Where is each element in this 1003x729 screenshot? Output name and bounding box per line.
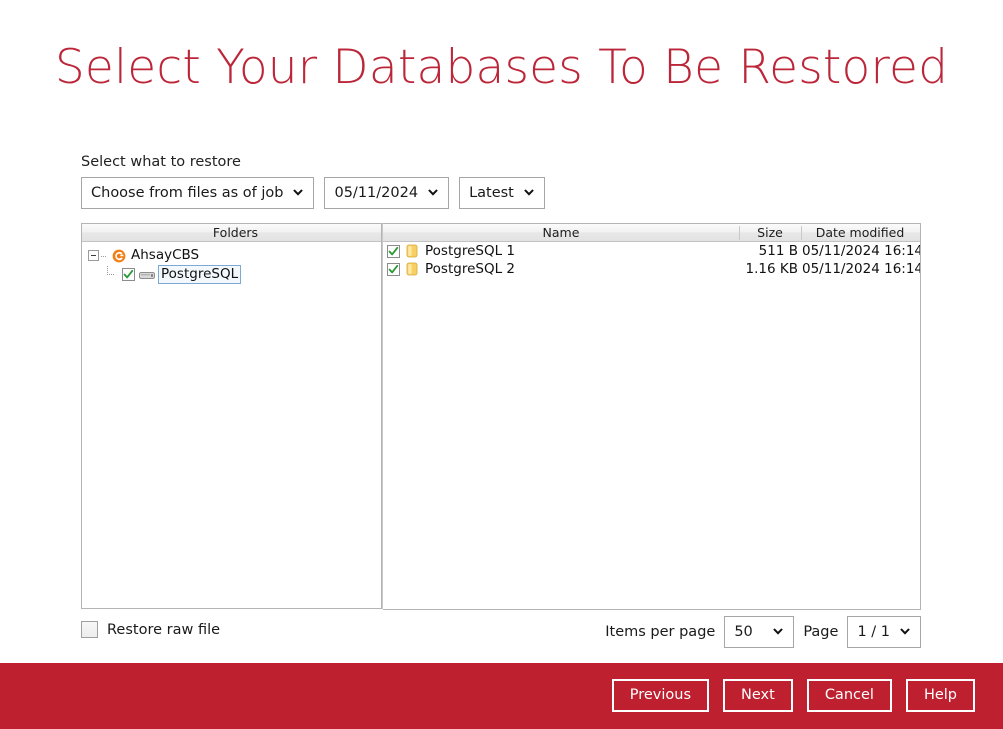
- file-list: PostgreSQL 1 511 B 05/11/2024 16:14: [383, 242, 920, 278]
- previous-button[interactable]: Previous: [612, 679, 709, 712]
- tree-node-checkbox[interactable]: [122, 268, 135, 281]
- row-checkbox[interactable]: [383, 245, 403, 258]
- paging-controls: Items per page 50 Page 1 / 1: [605, 616, 921, 648]
- table-row[interactable]: PostgreSQL 2 1.16 KB 05/11/2024 16:14: [383, 260, 920, 278]
- file-name: PostgreSQL 1: [421, 242, 740, 260]
- file-size: 511 B: [740, 242, 802, 260]
- tree-node-label: AhsayCBS: [131, 247, 199, 264]
- tree-connector-icon: [106, 266, 120, 283]
- file-date-modified: 05/11/2024 16:14: [802, 242, 920, 260]
- tree-node-label: PostgreSQL: [158, 265, 241, 284]
- footer-bar: Previous Next Cancel Help: [0, 663, 1003, 729]
- chevron-down-icon: [426, 186, 440, 200]
- section-label: Select what to restore: [81, 154, 241, 171]
- chevron-down-icon: [522, 186, 536, 200]
- file-list-column-header: Name Size Date modified: [383, 224, 920, 242]
- items-per-page-label: Items per page: [605, 617, 715, 647]
- restore-source-controls: Choose from files as of job 05/11/2024 L…: [81, 177, 545, 209]
- browser-panels: Folders: [81, 223, 921, 610]
- folders-column-label: Folders: [82, 224, 381, 242]
- chevron-down-icon: [771, 625, 785, 639]
- restore-time-select[interactable]: Latest: [459, 177, 545, 209]
- restore-raw-file-label: Restore raw file: [107, 622, 220, 638]
- tree-connector-icon: [101, 250, 111, 261]
- table-row[interactable]: PostgreSQL 1 511 B 05/11/2024 16:14: [383, 242, 920, 260]
- database-icon: [403, 262, 421, 276]
- page-value: 1 / 1: [857, 624, 890, 640]
- page-label: Page: [803, 617, 838, 647]
- page-select[interactable]: 1 / 1: [847, 616, 921, 648]
- database-drive-icon: [139, 269, 155, 281]
- file-date-modified: 05/11/2024 16:14: [802, 260, 920, 278]
- folders-column-header: Folders: [82, 224, 381, 242]
- tree-node-ahsaycbs[interactable]: AhsayCBS: [82, 246, 381, 265]
- collapse-expander-icon[interactable]: [88, 250, 99, 261]
- restore-time-select-value: Latest: [469, 185, 514, 201]
- column-header-date[interactable]: Date modified: [801, 224, 919, 242]
- folders-tree: AhsayCBS: [82, 242, 381, 284]
- database-icon: [403, 244, 421, 258]
- file-name: PostgreSQL 2: [421, 260, 740, 278]
- footer-button-group: Previous Next Cancel Help: [612, 679, 975, 712]
- folders-tree-panel: Folders: [81, 223, 382, 609]
- chevron-down-icon: [291, 186, 305, 200]
- column-header-name[interactable]: Name: [383, 224, 739, 242]
- items-per-page-value: 50: [734, 624, 752, 640]
- row-checkbox[interactable]: [383, 263, 403, 276]
- restore-raw-file-row[interactable]: Restore raw file: [81, 621, 220, 638]
- items-per-page-select[interactable]: 50: [724, 616, 794, 648]
- column-header-size[interactable]: Size: [739, 224, 801, 242]
- help-button[interactable]: Help: [906, 679, 975, 712]
- tree-node-postgresql[interactable]: PostgreSQL: [82, 265, 381, 284]
- ahsay-logo-icon: [112, 249, 126, 263]
- restore-source-select[interactable]: Choose from files as of job: [81, 177, 314, 209]
- cancel-button[interactable]: Cancel: [807, 679, 892, 712]
- chevron-down-icon: [898, 625, 912, 639]
- restore-wizard-page: Select Your Databases To Be Restored Sel…: [0, 0, 1003, 729]
- file-size: 1.16 KB: [740, 260, 802, 278]
- restore-source-select-value: Choose from files as of job: [91, 185, 283, 201]
- next-button[interactable]: Next: [723, 679, 793, 712]
- restore-raw-file-checkbox[interactable]: [81, 621, 98, 638]
- file-list-panel: Name Size Date modified: [383, 223, 921, 610]
- restore-date-select[interactable]: 05/11/2024: [324, 177, 449, 209]
- restore-date-select-value: 05/11/2024: [334, 185, 418, 201]
- page-title: Select Your Databases To Be Restored: [0, 38, 1003, 98]
